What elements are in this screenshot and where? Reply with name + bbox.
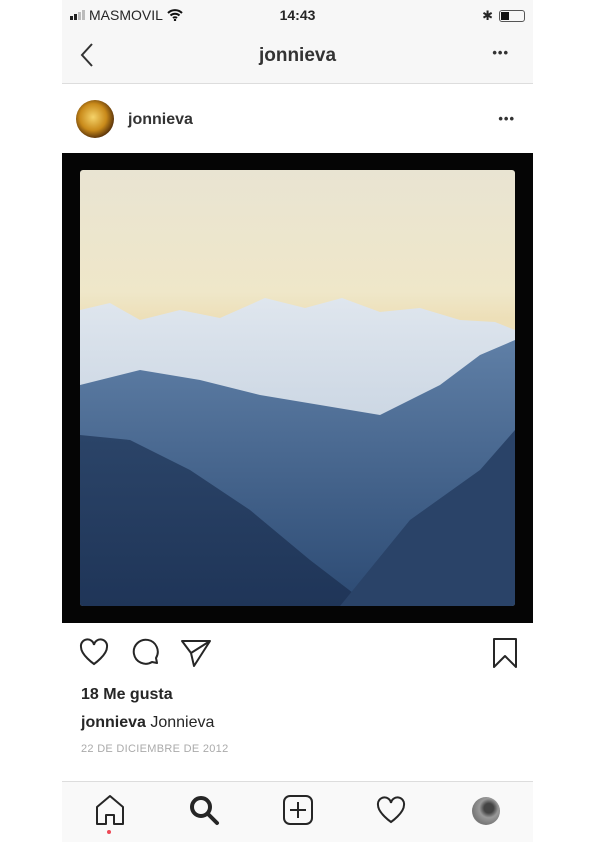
profile-avatar-icon[interactable] [472,797,500,825]
bluetooth-icon: ✱ [482,8,493,23]
caption-text: Jonnieva [150,714,215,731]
page-title: jonnieva [258,45,337,66]
comment-icon[interactable] [131,638,161,668]
post-photo[interactable] [62,153,533,623]
like-count[interactable]: 18 Me gusta [81,686,173,704]
bookmark-icon[interactable] [492,637,518,669]
caption: jonnieva Jonnieva [81,714,214,732]
add-post-icon[interactable] [282,794,314,826]
post-header: jonnieva ••• [62,84,533,154]
phone-screen: MASMOVIL 14:43 ✱ jonnieva ••• jonnieva •… [62,0,533,842]
avatar[interactable] [76,100,114,138]
post-actions [62,636,533,672]
like-heart-icon[interactable] [79,638,109,666]
mountain-image [80,170,515,606]
bottom-tab-bar [62,781,533,842]
post-date: 22 DE DICIEMBRE DE 2012 [81,743,229,755]
activity-heart-icon[interactable] [376,796,406,824]
post-more-options-icon[interactable]: ••• [498,111,515,126]
post-username[interactable]: jonnieva [128,111,193,129]
share-icon[interactable] [180,638,212,668]
home-icon[interactable] [94,794,126,826]
top-nav: jonnieva ••• [62,30,533,84]
more-options-icon[interactable]: ••• [492,45,509,60]
status-bar: MASMOVIL 14:43 ✱ [62,0,533,30]
home-notification-dot [107,830,111,834]
clock: 14:43 [279,7,316,23]
search-icon[interactable] [188,794,220,826]
battery-icon [499,10,525,22]
caption-username[interactable]: jonnieva [81,714,146,731]
